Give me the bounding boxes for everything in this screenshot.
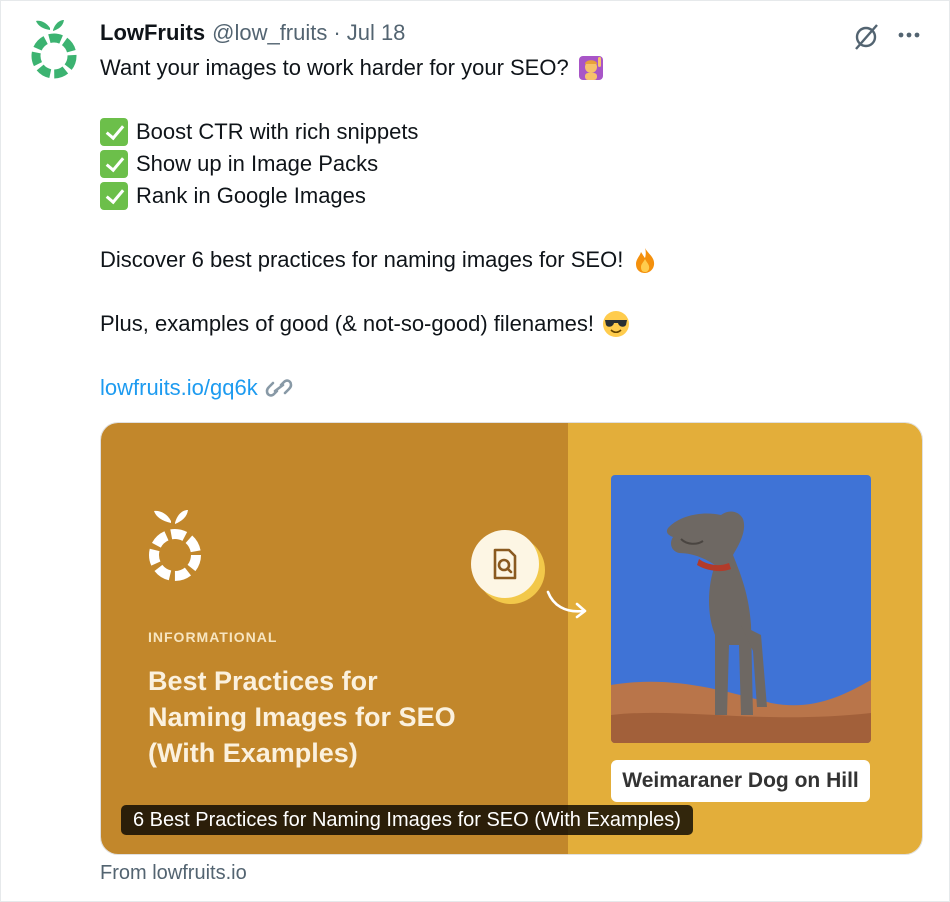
- lowfruits-logo-icon[interactable]: [28, 18, 80, 80]
- card-link-title[interactable]: 6 Best Practices for Naming Images for S…: [121, 805, 693, 835]
- more-icon[interactable]: [893, 20, 925, 52]
- author-handle[interactable]: @low_fruits: [212, 20, 327, 46]
- tweet-date[interactable]: Jul 18: [347, 20, 406, 46]
- checklist-item: Boost CTR with rich snippets: [100, 116, 920, 148]
- tweet-header: LowFruits @low_fruits · Jul 18: [100, 20, 405, 50]
- lowfruits-logo-icon: [149, 510, 201, 581]
- link-preview-card[interactable]: INFORMATIONAL Best Practices for Naming …: [100, 422, 923, 855]
- raising-hand-emoji: [578, 56, 603, 80]
- checklist-item: Show up in Image Packs: [100, 148, 920, 180]
- check-emoji: [100, 150, 128, 178]
- search-document-icon: [471, 530, 545, 604]
- link-line: lowfruits.io/gq6k: [100, 372, 920, 404]
- curved-arrow-icon: [546, 590, 587, 619]
- tweet-text: Want your images to work harder for your…: [100, 52, 920, 404]
- tweet-link[interactable]: lowfruits.io/gq6k: [100, 372, 258, 404]
- fire-emoji: [636, 248, 655, 273]
- author-name[interactable]: LowFruits: [100, 20, 205, 46]
- card-source[interactable]: From lowfruits.io: [100, 862, 247, 885]
- check-emoji: [100, 182, 128, 210]
- text-line: Plus, examples of good (& not-so-good) f…: [100, 308, 920, 340]
- sunglasses-emoji: [603, 311, 630, 337]
- check-emoji: [100, 118, 128, 146]
- text-line: Want your images to work harder for your…: [100, 52, 920, 84]
- link-icon: [265, 379, 293, 397]
- text-line: Discover 6 best practices for naming ima…: [100, 244, 920, 276]
- image-caption: Weimaraner Dog on Hill: [611, 760, 870, 802]
- dog-photo: [611, 475, 871, 743]
- card-title: Best Practices for Naming Images for SEO…: [148, 666, 456, 768]
- checklist-item: Rank in Google Images: [100, 180, 920, 212]
- card-category: INFORMATIONAL: [148, 629, 278, 645]
- separator: ·: [333, 20, 341, 45]
- grok-icon[interactable]: [850, 20, 882, 52]
